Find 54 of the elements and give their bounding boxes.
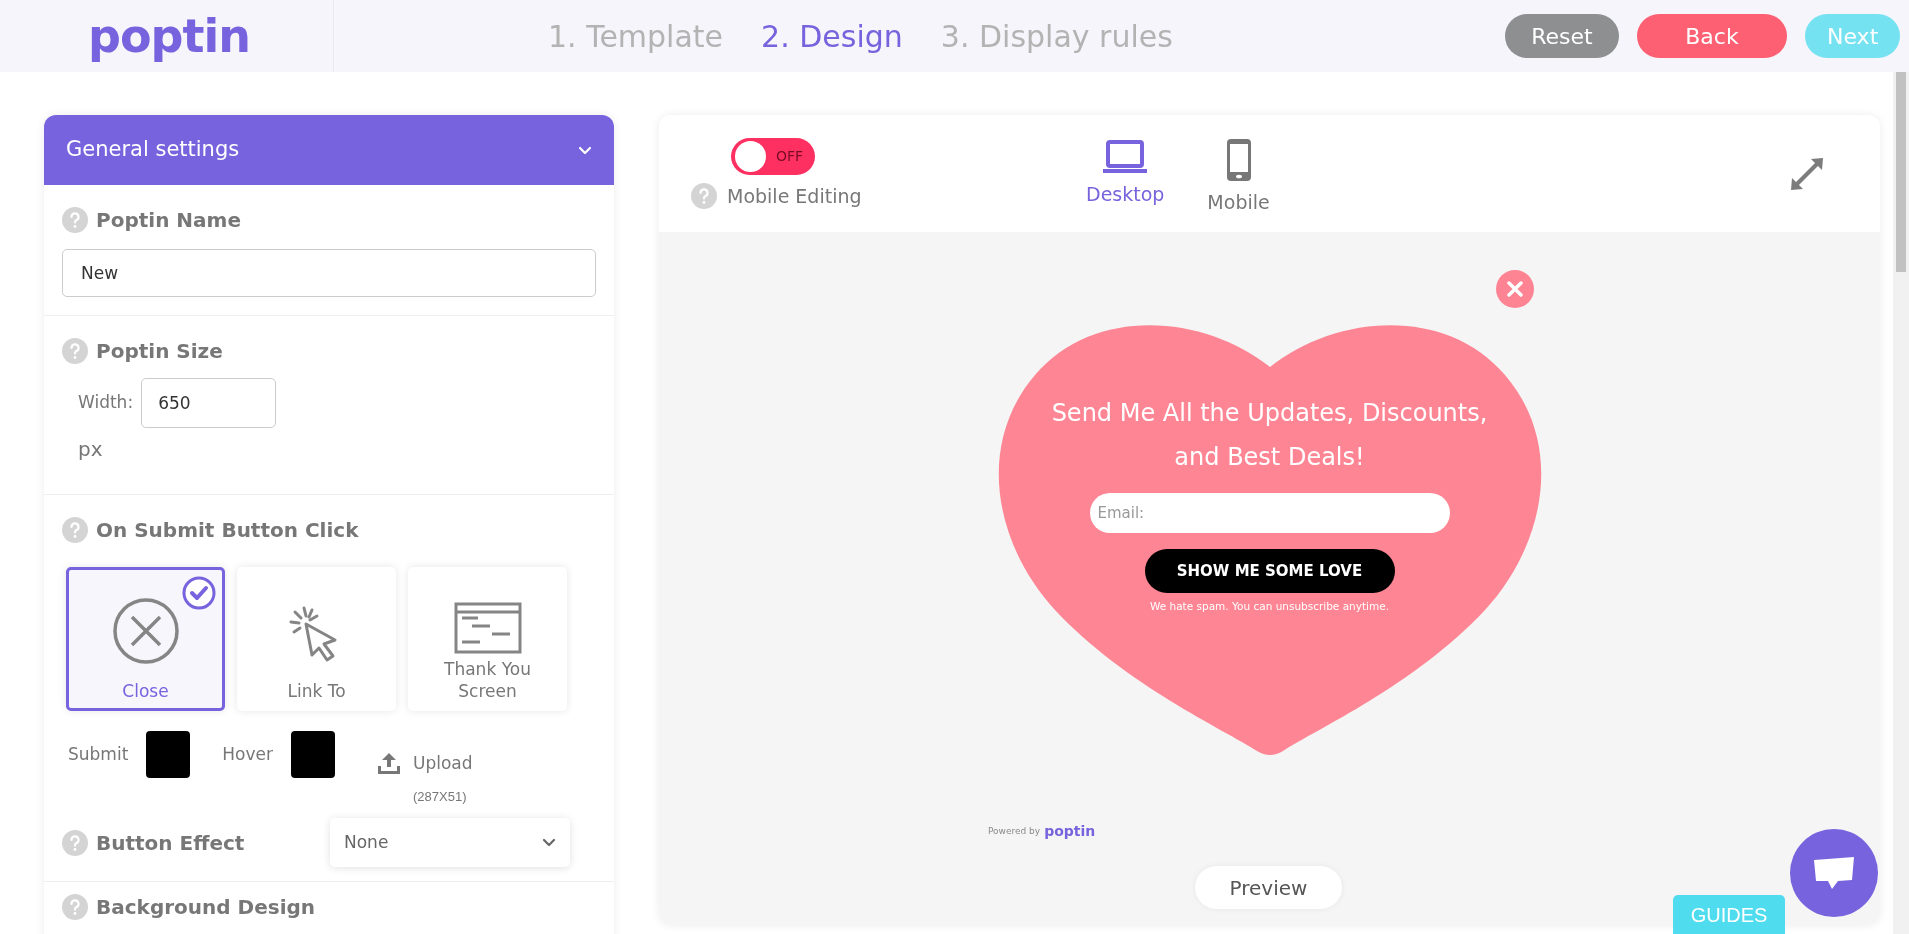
help-icon[interactable] [62, 207, 88, 233]
subscribe-button[interactable]: SHOW ME SOME LOVE [1144, 548, 1395, 593]
device-tab[interactable]: Mobile [1207, 138, 1270, 217]
section-label: Background Design [96, 894, 316, 921]
unit-label: px [78, 436, 103, 463]
circle-x-icon [110, 595, 181, 666]
phone-icon [1225, 138, 1252, 182]
window-screen-icon [453, 601, 522, 654]
name-input-field[interactable]: New [62, 249, 596, 297]
panel-title: General settings [66, 136, 240, 164]
mobile-editing-toggle[interactable]: OFF [731, 138, 815, 175]
device-tab[interactable]: Desktop [1086, 138, 1165, 217]
effect-dropdown[interactable]: None [330, 818, 570, 867]
section-label: Button Effect [96, 829, 245, 857]
scrollbar[interactable] [1893, 72, 1909, 934]
help-icon[interactable] [62, 894, 88, 920]
poptin-logo: poptin [1044, 822, 1096, 841]
help-icon[interactable] [691, 183, 717, 210]
upload-link[interactable]: Upload [413, 751, 473, 777]
action-option[interactable]: Link To [237, 567, 396, 711]
panel-header[interactable]: General settings [44, 115, 614, 185]
chat-bubble-icon [1812, 856, 1856, 890]
color-label: Submit [68, 742, 129, 766]
width-input-field[interactable]: 650 [141, 378, 277, 428]
size-hint: (287X51) [413, 787, 468, 806]
step-tab[interactable]: 2. Design [761, 13, 903, 59]
color-swatch[interactable] [291, 731, 335, 778]
powered-by-text: Powered by [988, 824, 1041, 838]
help-icon[interactable] [62, 338, 88, 364]
color-label: Hover [222, 742, 273, 766]
section-label: Poptin Name [96, 207, 241, 234]
reset-button[interactable]: Reset [1505, 14, 1619, 58]
chevron-icon [542, 838, 556, 847]
expand-icon[interactable] [1789, 156, 1825, 192]
back-button[interactable]: Back [1637, 14, 1787, 58]
toggle-label: Mobile Editing [727, 184, 862, 209]
email-input-field[interactable]: Email: [1089, 492, 1450, 533]
scrollbar-thumb[interactable] [1896, 72, 1906, 272]
close-button[interactable] [1495, 270, 1534, 308]
action-option[interactable]: Close [66, 567, 225, 711]
field-label: Width: [78, 391, 134, 415]
preview-button[interactable]: Preview [1195, 866, 1342, 909]
disclaimer-text: We hate spam. You can unsubscribe anytime. [1149, 598, 1390, 614]
section-label: On Submit Button Click [96, 517, 359, 544]
laptop-icon [1103, 138, 1148, 174]
color-swatch[interactable] [146, 731, 191, 778]
close-icon [1506, 281, 1523, 297]
popup-headline: Send Me All the Updates, Discounts, and Best Deals! [1050, 398, 1489, 474]
upload-icon[interactable] [377, 751, 401, 775]
action-option[interactable]: Thank You Screen [408, 567, 567, 711]
help-icon[interactable] [62, 517, 88, 543]
section-label: Poptin Size [96, 338, 223, 365]
check-icon [182, 576, 216, 610]
help-icon[interactable] [62, 829, 88, 856]
